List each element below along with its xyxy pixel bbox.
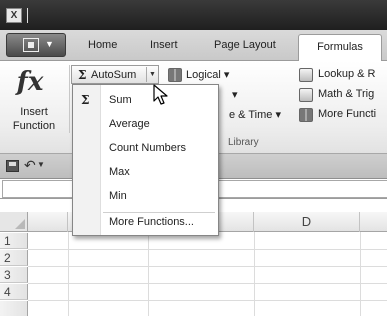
undo-icon[interactable]: ↶ (24, 157, 36, 174)
autosum-label: AutoSum (91, 69, 137, 81)
insert-function-label-line2: Function (12, 120, 56, 132)
tab-insert[interactable]: Insert (150, 39, 178, 51)
ribbon-separator (69, 65, 70, 133)
grid-line (148, 232, 149, 316)
menu-icon-gutter (73, 85, 101, 235)
ribbon-tab-row: ▼ Home Insert Page Layout Formulas (0, 30, 387, 62)
row-header[interactable]: 2 (0, 250, 28, 266)
office-button[interactable]: ▼ (6, 33, 66, 57)
math-icon (299, 88, 313, 102)
save-icon[interactable] (6, 160, 19, 172)
row-header[interactable] (0, 301, 28, 316)
lookup-icon (299, 68, 313, 82)
row-header[interactable]: 4 (0, 284, 28, 300)
menu-item-min[interactable]: Min (109, 190, 127, 202)
menu-item-average[interactable]: Average (109, 118, 150, 130)
column-header-e[interactable] (360, 212, 387, 232)
autosum-dropdown-arrow[interactable]: ▼ (146, 67, 158, 82)
select-all-corner[interactable] (0, 212, 28, 232)
menu-separator (103, 212, 215, 213)
tab-page-layout[interactable]: Page Layout (214, 39, 276, 51)
sigma-icon: Σ (78, 68, 87, 82)
tab-home[interactable]: Home (88, 39, 117, 51)
office-icon (23, 38, 39, 52)
column-header-d[interactable]: D (254, 212, 360, 232)
math-trig-button[interactable]: Math & Trig (318, 88, 374, 100)
logical-button[interactable]: Logical ▾ (186, 68, 229, 81)
chevron-down-icon: ▼ (45, 39, 54, 49)
autosum-button[interactable]: Σ AutoSum ▼ (71, 65, 159, 84)
grid-line (254, 232, 255, 316)
grid-line (68, 232, 69, 316)
row-header[interactable]: 3 (0, 267, 28, 283)
date-time-button[interactable]: e & Time ▾ (229, 108, 281, 121)
sigma-icon: Σ (81, 93, 90, 107)
insert-function-label-line1: Insert (20, 106, 48, 118)
grid-line (360, 232, 361, 316)
chevron-down-icon[interactable]: ▼ (37, 160, 45, 169)
grid-line (28, 266, 387, 267)
mouse-cursor-icon (153, 84, 168, 105)
title-separator (27, 8, 28, 23)
menu-item-max[interactable]: Max (109, 166, 130, 178)
book-icon (168, 68, 182, 82)
excel-icon[interactable]: X (6, 8, 22, 23)
lookup-reference-button[interactable]: Lookup & R (318, 68, 375, 80)
autosum-dropdown-menu: Σ Sum Average Count Numbers Max Min More… (72, 84, 219, 236)
menu-item-count-numbers[interactable]: Count Numbers (109, 142, 186, 154)
function-library-group-label: Library (228, 137, 259, 148)
grid-line (28, 300, 387, 301)
grid-line (28, 283, 387, 284)
title-bar: X (0, 0, 387, 30)
insert-function-icon[interactable]: fx (10, 67, 50, 97)
menu-item-more-functions[interactable]: More Functions... (109, 216, 194, 228)
tab-formulas[interactable]: Formulas (298, 34, 382, 62)
column-header-a[interactable] (28, 212, 68, 232)
book-icon (299, 108, 313, 122)
menu-item-sum[interactable]: Sum (109, 94, 132, 106)
grid-line (28, 249, 387, 250)
more-functions-ribbon-button[interactable]: More Functi (318, 108, 376, 120)
row-header[interactable]: 1 (0, 233, 28, 249)
insert-function-button[interactable]: Insert Function (2, 105, 66, 133)
text-functions-button[interactable]: ▾ (232, 88, 238, 101)
formula-input[interactable] (193, 180, 387, 198)
